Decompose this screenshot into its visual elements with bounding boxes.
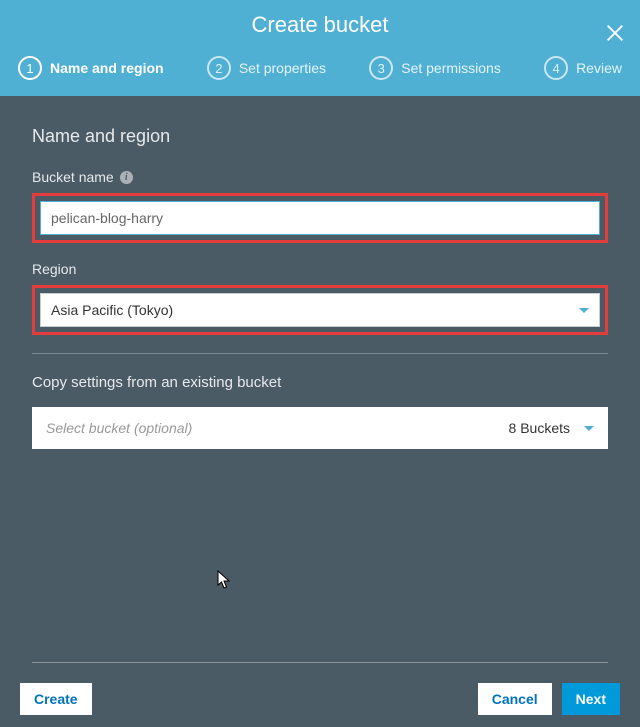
footer-divider xyxy=(32,662,608,663)
step-label: Name and region xyxy=(50,60,164,76)
info-icon[interactable]: i xyxy=(120,171,133,184)
step-label: Set properties xyxy=(239,60,326,76)
region-select[interactable]: Asia Pacific (Tokyo) xyxy=(40,293,600,327)
step-review[interactable]: 4 Review xyxy=(544,56,622,80)
step-number: 3 xyxy=(369,56,393,80)
highlight-region: Asia Pacific (Tokyo) xyxy=(32,285,608,335)
highlight-bucket-name xyxy=(32,193,608,243)
step-name-and-region[interactable]: 1 Name and region xyxy=(18,56,164,80)
dialog-title: Create bucket xyxy=(0,12,640,38)
close-icon xyxy=(604,22,626,44)
close-button[interactable] xyxy=(604,22,626,49)
divider xyxy=(32,353,608,354)
create-button[interactable]: Create xyxy=(20,683,92,715)
region-label: Region xyxy=(32,261,608,277)
next-button[interactable]: Next xyxy=(562,683,620,715)
copy-bucket-placeholder: Select bucket (optional) xyxy=(46,420,192,436)
step-set-permissions[interactable]: 3 Set permissions xyxy=(369,56,501,80)
dialog-footer: Create Cancel Next xyxy=(0,671,640,727)
bucket-name-input[interactable] xyxy=(40,201,600,235)
stepper: 1 Name and region 2 Set properties 3 Set… xyxy=(0,56,640,80)
dialog-content: Name and region Bucket name i Region Asi… xyxy=(0,96,640,469)
step-set-properties[interactable]: 2 Set properties xyxy=(207,56,326,80)
copy-settings-label: Copy settings from an existing bucket xyxy=(32,374,608,391)
copy-bucket-select[interactable]: Select bucket (optional) 8 Buckets xyxy=(32,407,608,449)
bucket-name-label: Bucket name i xyxy=(32,169,608,185)
dialog-header: Create bucket 1 Name and region 2 Set pr… xyxy=(0,0,640,96)
step-label: Review xyxy=(576,60,622,76)
step-number: 2 xyxy=(207,56,231,80)
cancel-button[interactable]: Cancel xyxy=(478,683,552,715)
region-value: Asia Pacific (Tokyo) xyxy=(51,302,173,318)
chevron-down-icon xyxy=(584,426,594,431)
section-title: Name and region xyxy=(32,126,608,147)
step-number: 4 xyxy=(544,56,568,80)
step-number: 1 xyxy=(18,56,42,80)
step-label: Set permissions xyxy=(401,60,501,76)
bucket-count: 8 Buckets xyxy=(509,420,570,436)
chevron-down-icon xyxy=(579,308,589,313)
cursor-icon xyxy=(217,570,233,590)
